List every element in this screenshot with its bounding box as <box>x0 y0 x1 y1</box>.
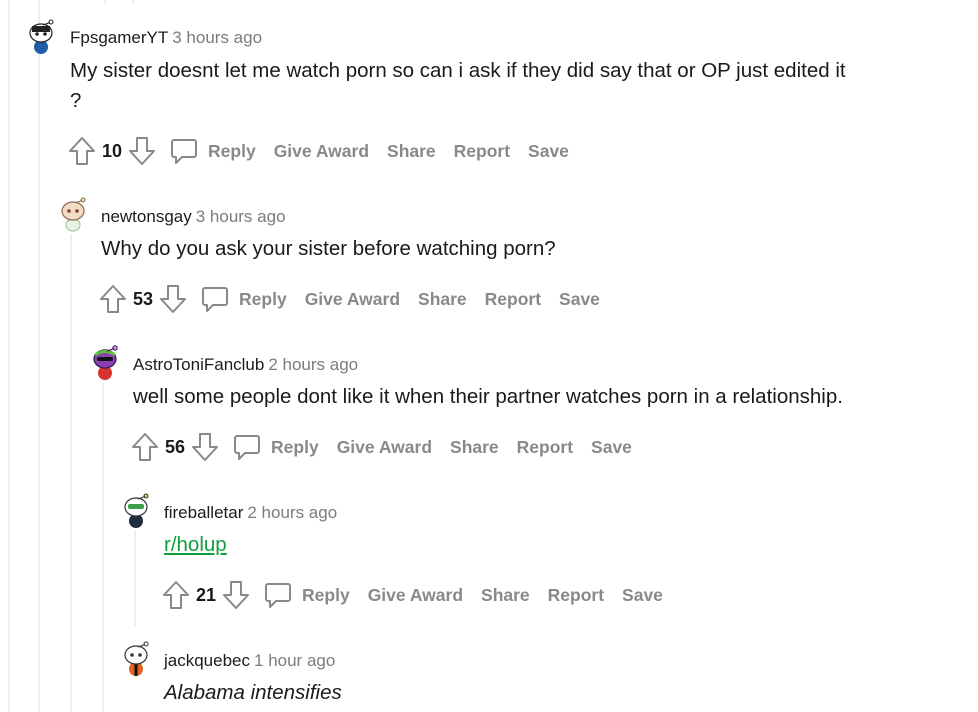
comment-body-line: My sister doesnt let me watch porn so ca… <box>70 59 846 82</box>
avatar[interactable] <box>121 640 151 676</box>
timestamp[interactable]: 3 hours ago <box>196 207 286 226</box>
share-button[interactable]: Share <box>481 585 530 606</box>
share-button[interactable]: Share <box>387 141 436 162</box>
report-button[interactable]: Report <box>548 585 604 606</box>
thread-line-top-stub-1 <box>104 0 106 4</box>
comment-body: My sister doesnt let me watch porn so ca… <box>70 56 846 116</box>
comment-bubble-icon <box>171 139 198 164</box>
thread-line-level-2[interactable] <box>70 234 72 712</box>
give-award-button[interactable]: Give Award <box>274 141 369 162</box>
save-button[interactable]: Save <box>622 585 663 606</box>
downvote-arrow-icon <box>192 433 219 461</box>
comment-body-line: Why do you ask your sister before watchi… <box>101 237 556 260</box>
username-link[interactable]: fireballetar <box>164 503 243 522</box>
reply-button[interactable]: Reply <box>170 137 256 165</box>
upvote-arrow-icon <box>132 433 158 461</box>
give-award-button[interactable]: Give Award <box>305 289 400 310</box>
comment-actions: 21 Reply Give Award Share Report Save <box>162 578 663 612</box>
reply-label: Reply <box>271 436 319 457</box>
comment-body: Alabama intensifies <box>164 678 342 708</box>
comment-body-line: ? <box>70 89 82 112</box>
comment-body-line: well some people dont like it when their… <box>133 385 843 408</box>
timestamp[interactable]: 2 hours ago <box>268 355 358 374</box>
give-award-button[interactable]: Give Award <box>368 585 463 606</box>
report-button[interactable]: Report <box>517 437 573 458</box>
downvote-arrow-icon <box>160 285 187 313</box>
comment-bubble-icon <box>202 287 229 312</box>
avatar[interactable] <box>26 18 56 54</box>
downvote-button[interactable] <box>159 284 187 314</box>
thread-line-level-1[interactable] <box>40 56 42 712</box>
upvote-arrow-icon <box>163 581 189 609</box>
upvote-button[interactable] <box>68 136 96 166</box>
comment-actions: 10 Reply Give Award Share Report Save <box>68 134 569 168</box>
report-button[interactable]: Report <box>454 141 510 162</box>
snoo-avatar-icon <box>29 19 54 54</box>
snoo-avatar-icon <box>61 197 86 232</box>
username-link[interactable]: jackquebec <box>164 651 250 670</box>
reply-label: Reply <box>302 584 350 605</box>
avatar[interactable] <box>90 344 120 380</box>
comment-body: Why do you ask your sister before watchi… <box>101 234 556 264</box>
save-button[interactable]: Save <box>591 437 632 458</box>
upvote-button[interactable] <box>162 580 190 610</box>
report-button[interactable]: Report <box>485 289 541 310</box>
comment-body-line: Alabama intensifies <box>164 681 342 704</box>
comment-bubble-icon <box>265 583 292 608</box>
timestamp[interactable]: 2 hours ago <box>247 503 337 522</box>
username-link[interactable]: AstroToniFanclub <box>133 355 264 374</box>
vote-score: 21 <box>196 584 217 605</box>
thread-line-root[interactable] <box>8 0 10 712</box>
comment-bubble-icon <box>234 435 261 460</box>
comment-meta: AstroToniFanclub 2 hours ago <box>133 355 358 375</box>
share-button[interactable]: Share <box>450 437 499 458</box>
thread-line-level-4[interactable] <box>134 530 136 626</box>
share-button[interactable]: Share <box>418 289 467 310</box>
upvote-arrow-icon <box>100 285 126 313</box>
downvote-button[interactable] <box>128 136 156 166</box>
downvote-arrow-icon <box>129 137 156 165</box>
comment-meta: newtonsgay 3 hours ago <box>101 207 286 227</box>
downvote-button[interactable] <box>222 580 250 610</box>
give-award-button[interactable]: Give Award <box>337 437 432 458</box>
snoo-avatar-icon <box>124 493 149 528</box>
vote-score: 53 <box>133 288 154 309</box>
thread-line-top-stub-2 <box>132 0 134 4</box>
reply-button[interactable]: Reply <box>233 433 319 461</box>
downvote-arrow-icon <box>223 581 250 609</box>
comment-body: r/holup <box>164 530 227 560</box>
comment-actions: 53 Reply Give Award Share Report Save <box>99 282 600 316</box>
reply-button[interactable]: Reply <box>201 285 287 313</box>
subreddit-link[interactable]: r/holup <box>164 533 227 556</box>
upvote-arrow-icon <box>69 137 95 165</box>
timestamp[interactable]: 3 hours ago <box>172 28 262 47</box>
upvote-button[interactable] <box>99 284 127 314</box>
vote-score: 10 <box>102 140 123 161</box>
vote-score: 56 <box>165 436 186 457</box>
downvote-button[interactable] <box>191 432 219 462</box>
save-button[interactable]: Save <box>528 141 569 162</box>
save-button[interactable]: Save <box>559 289 600 310</box>
username-link[interactable]: newtonsgay <box>101 207 192 226</box>
snoo-avatar-icon <box>124 641 149 676</box>
comment-actions: 56 Reply Give Award Share Report Save <box>131 430 632 464</box>
snoo-avatar-icon <box>93 345 118 380</box>
username-link[interactable]: FpsgamerYT <box>70 28 168 47</box>
comment-meta: FpsgamerYT 3 hours ago <box>70 28 262 48</box>
thread-line-level-3[interactable] <box>102 382 104 712</box>
reply-label: Reply <box>239 288 287 309</box>
comment-meta: jackquebec 1 hour ago <box>164 651 335 671</box>
reply-button[interactable]: Reply <box>264 581 350 609</box>
upvote-button[interactable] <box>131 432 159 462</box>
comment-meta: fireballetar 2 hours ago <box>164 503 337 523</box>
avatar[interactable] <box>121 492 151 528</box>
comment-body: well some people dont like it when their… <box>133 382 843 412</box>
reply-label: Reply <box>208 140 256 161</box>
avatar[interactable] <box>58 196 88 232</box>
timestamp[interactable]: 1 hour ago <box>254 651 335 670</box>
